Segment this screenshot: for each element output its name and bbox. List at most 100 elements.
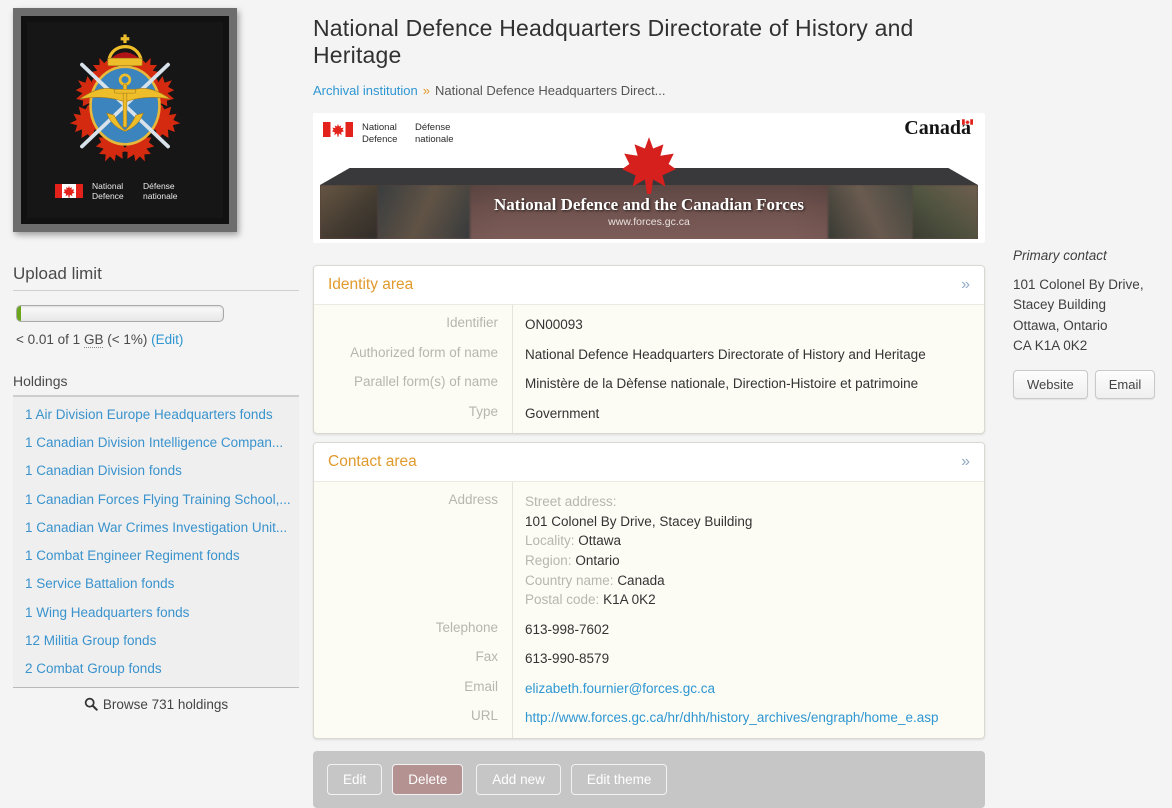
upload-progress-bar <box>16 305 224 322</box>
identity-area-panel: Identity area » Identifier ON00093 Autho… <box>313 265 985 434</box>
street-address-value: 101 Colonel By Drive, Stacey Building <box>525 512 972 532</box>
holdings-heading: Holdings <box>13 373 299 389</box>
primary-contact-line: CA K1A 0K2 <box>1013 336 1163 356</box>
field-label: Email <box>314 674 512 704</box>
upload-usage-prefix: < 0.01 of 1 <box>16 332 84 347</box>
contact-area-title: Contact area <box>328 453 417 471</box>
field-row: Authorized form of name National Defence… <box>314 340 984 370</box>
sub-label: Country name: <box>525 573 614 588</box>
expand-section-icon[interactable]: » <box>961 277 970 293</box>
breadcrumb-current: National Defence Headquarters Direct... <box>435 83 666 98</box>
url-link[interactable]: http://www.forces.gc.ca/hr/dhh/history_a… <box>525 710 938 725</box>
identity-area-title: Identity area <box>328 276 413 294</box>
telephone-value: 613-998-7602 <box>512 615 984 645</box>
primary-contact-line: Stacey Building <box>1013 295 1163 315</box>
edit-theme-button[interactable]: Edit theme <box>571 764 668 795</box>
banner-fip-fr-1: Défense <box>415 122 459 134</box>
holding-link[interactable]: 1 Combat Engineer Regiment fonds <box>25 548 240 563</box>
holding-link[interactable]: 2 Combat Group fonds <box>25 661 162 676</box>
banner-fip-en-1: National <box>362 122 406 134</box>
canada-flag-icon <box>323 122 353 137</box>
logo-fip-en-1: National <box>92 181 134 192</box>
canada-wordmark: Canada <box>904 117 971 140</box>
list-item: 2 Combat Group fonds <box>13 655 299 683</box>
gb-abbr: GB <box>84 332 104 348</box>
sub-label: Postal code: <box>525 592 599 607</box>
country-value: Canada <box>617 573 664 588</box>
holding-link[interactable]: 1 Air Division Europe Headquarters fonds <box>25 407 273 422</box>
browse-holdings-label: Browse 731 holdings <box>103 697 228 712</box>
upload-usage-text: < 0.01 of 1 GB (< 1%) (Edit) <box>16 332 299 347</box>
field-value: ON00093 <box>512 305 984 340</box>
field-row: Email elizabeth.fournier@forces.gc.ca <box>314 674 984 704</box>
upload-limit-heading: Upload limit <box>13 264 299 284</box>
maple-leaf-icon <box>620 133 678 197</box>
logo-fip-signature: National Defence Défense nationale <box>55 181 185 202</box>
email-button[interactable]: Email <box>1095 370 1156 399</box>
locality-value: Ottawa <box>578 533 621 548</box>
add-new-button[interactable]: Add new <box>476 764 561 795</box>
list-item: 12 Militia Group fonds <box>13 627 299 655</box>
field-row: Parallel form(s) of name Ministère de la… <box>314 369 984 399</box>
list-item: 1 Canadian Division fonds <box>13 457 299 485</box>
banner-strip-url: www.forces.gc.ca <box>320 216 978 228</box>
holding-link[interactable]: 1 Canadian Division Intelligence Compan.… <box>25 435 283 450</box>
field-row: URL http://www.forces.gc.ca/hr/dhh/histo… <box>314 703 984 738</box>
holding-link[interactable]: 1 Canadian Forces Flying Training School… <box>25 492 291 507</box>
field-value: Government <box>512 399 984 434</box>
institution-logo-inner: National Defence Défense nationale <box>27 22 223 218</box>
sub-label: Street address: <box>525 494 617 509</box>
region-value: Ontario <box>575 553 619 568</box>
contact-fields: Address Street address: 101 Colonel By D… <box>314 482 984 738</box>
institution-logo: National Defence Défense nationale <box>13 8 237 232</box>
upload-progress-fill <box>17 306 21 321</box>
delete-button[interactable]: Delete <box>392 764 463 795</box>
wordmark-flag-icon <box>962 119 973 125</box>
website-button[interactable]: Website <box>1013 370 1088 399</box>
logo-fip-fr-1: Défense <box>143 181 185 192</box>
sub-label: Region: <box>525 553 572 568</box>
primary-contact-line: Ottawa, Ontario <box>1013 316 1163 336</box>
holding-link[interactable]: 1 Wing Headquarters fonds <box>25 605 189 620</box>
banner-fip-fr-2: nationale <box>415 134 459 146</box>
field-row: Type Government <box>314 399 984 434</box>
field-label: Type <box>314 399 512 434</box>
banner-fip-signature: National Defence Défense nationale <box>323 122 459 146</box>
main-content: National Defence Headquarters Directorat… <box>313 0 985 808</box>
field-label: Telephone <box>314 615 512 645</box>
identity-fields: Identifier ON00093 Authorized form of na… <box>314 305 984 433</box>
logo-fip-fr-2: nationale <box>143 191 185 202</box>
holding-link[interactable]: 1 Service Battalion fonds <box>25 576 174 591</box>
logo-fip-en-2: Defence <box>92 191 134 202</box>
holdings-list: 1 Air Division Europe Headquarters fonds… <box>13 396 299 688</box>
holding-link[interactable]: 1 Canadian War Crimes Investigation Unit… <box>25 520 287 535</box>
banner-strip-title: National Defence and the Canadian Forces <box>320 195 978 215</box>
field-row: Telephone 613-998-7602 <box>314 615 984 645</box>
search-icon <box>84 697 98 711</box>
expand-section-icon[interactable]: » <box>961 454 970 470</box>
list-item: 1 Air Division Europe Headquarters fonds <box>13 401 299 429</box>
field-value: National Defence Headquarters Directorat… <box>512 340 984 370</box>
canadian-forces-crest-icon <box>59 28 191 168</box>
holding-link[interactable]: 1 Canadian Division fonds <box>25 463 182 478</box>
upload-edit-link[interactable]: (Edit) <box>151 332 183 347</box>
breadcrumb-separator: » <box>423 83 430 98</box>
breadcrumb-parent-link[interactable]: Archival institution <box>313 83 418 98</box>
browse-holdings-link[interactable]: Browse 731 holdings <box>13 697 299 712</box>
list-item: 1 Service Battalion fonds <box>13 570 299 598</box>
canada-wordmark-text: Canada <box>904 117 971 139</box>
canada-flag-icon <box>55 184 83 198</box>
list-item: 1 Canadian Division Intelligence Compan.… <box>13 429 299 457</box>
holding-link[interactable]: 12 Militia Group fonds <box>25 633 156 648</box>
primary-contact-heading: Primary contact <box>1013 248 1163 263</box>
list-item: 1 Canadian Forces Flying Training School… <box>13 486 299 514</box>
field-row: Identifier ON00093 <box>314 305 984 340</box>
postal-code-value: K1A 0K2 <box>603 592 656 607</box>
left-sidebar: National Defence Défense nationale Uploa… <box>13 8 299 712</box>
right-sidebar: Primary contact 101 Colonel By Drive, St… <box>1013 248 1163 399</box>
list-item: 1 Wing Headquarters fonds <box>13 599 299 627</box>
field-label: Fax <box>314 644 512 674</box>
list-item: 1 Canadian War Crimes Investigation Unit… <box>13 514 299 542</box>
email-link[interactable]: elizabeth.fournier@forces.gc.ca <box>525 681 715 696</box>
edit-button[interactable]: Edit <box>327 764 382 795</box>
